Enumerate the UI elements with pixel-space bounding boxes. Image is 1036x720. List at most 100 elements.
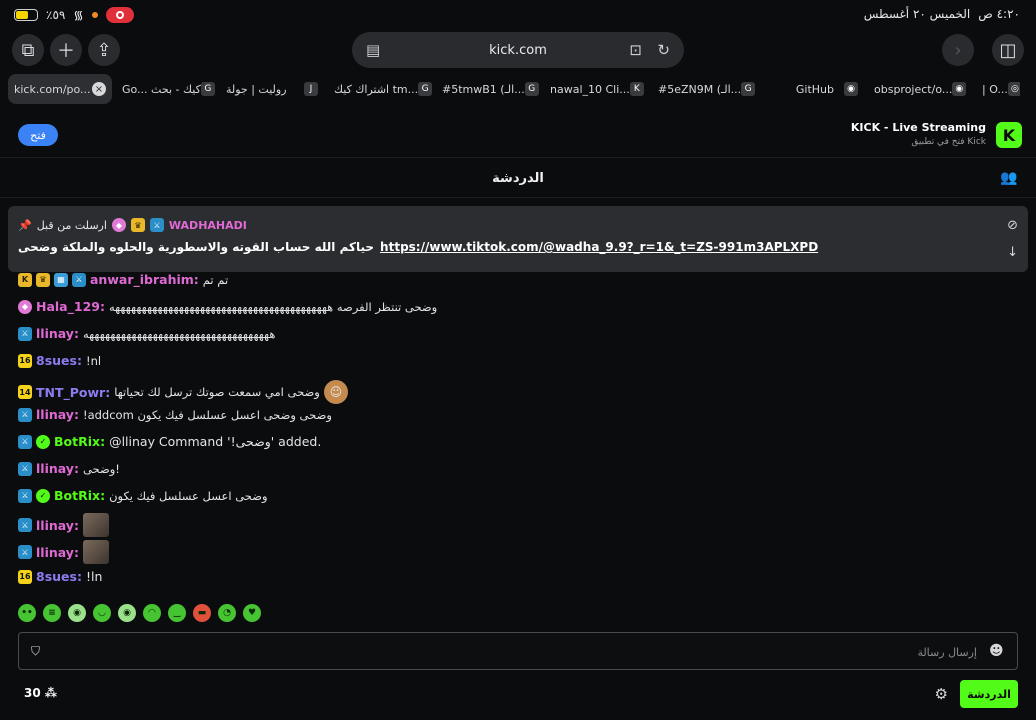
sword-icon: ⚔ (18, 461, 32, 476)
sword-icon: ⚔ (18, 545, 32, 559)
emote-icon[interactable]: ♥ (243, 604, 261, 622)
github-icon: ◉ (952, 82, 967, 96)
tab-roulette[interactable]: روليت | جولة J (220, 74, 324, 104)
message-text: وضحى اعسل عسلسل فيك يكون (109, 488, 268, 503)
chat-message: K ♛ ▦ ⚔ anwar_ibrahim: تم تم (18, 272, 228, 287)
chat-message: ⚔ llinay: وضحى! (18, 461, 120, 476)
sub-badge-icon: 16 (18, 569, 32, 584)
username[interactable]: 8sues: (36, 353, 82, 368)
emote-icon[interactable]: ◉ (118, 604, 136, 622)
expand-icon[interactable]: ↓ (1007, 245, 1018, 260)
reload-icon[interactable]: ↻ (657, 41, 670, 59)
address-bar[interactable]: ▤ kick.com ⊡ ↻ (352, 32, 684, 68)
emote-icon[interactable]: ▬ (193, 604, 211, 622)
shield-icon[interactable]: ⛉ (31, 644, 45, 658)
google-icon: G (741, 82, 756, 96)
sword-icon: ⚔ (18, 326, 32, 341)
og-badge-icon: ▦ (54, 272, 68, 287)
emote-icon[interactable]: ◉ (68, 604, 86, 622)
sword-icon: ⚔ (18, 518, 32, 532)
emote-icon[interactable]: ◔ (218, 604, 236, 622)
chat-footer: 30 ⁂ ⚙ الدردشة (0, 680, 1036, 710)
sword-icon: ⚔ (18, 434, 32, 449)
sidebar-icon[interactable]: ◫ (992, 34, 1024, 66)
username[interactable]: BotRix: (54, 434, 105, 449)
username[interactable]: llinay: (36, 407, 79, 422)
viewer-count-value: 30 (24, 686, 41, 700)
tab-overflow[interactable]: | O... ◎ (976, 74, 1020, 104)
image-emote (82, 540, 109, 564)
emote-icon[interactable]: ◡ (93, 604, 111, 622)
viewer-count: 30 ⁂ (24, 686, 57, 700)
sword-icon: ⚔ (18, 407, 32, 422)
username[interactable]: llinay: (36, 326, 79, 341)
chat-send-button[interactable]: الدردشة (960, 680, 1018, 708)
forward-icon[interactable]: › (942, 34, 974, 66)
share-icon[interactable]: ⇪ (88, 34, 120, 66)
username[interactable]: anwar_ibrahim: (90, 272, 199, 287)
tab-5tmwb1[interactable]: #5tmwB1 (الـ... G (436, 74, 540, 104)
crown-icon: ♛ (130, 218, 145, 232)
google-icon: G (200, 82, 215, 96)
tab-obsproject[interactable]: obsproject/o... ◉ (868, 74, 972, 104)
sword-icon: ⚔ (149, 218, 164, 232)
status-bar: ٪٥٩ ᯾ ٤:٢٠ ص الخميس ٢٠ أغسطس (0, 0, 1036, 28)
username[interactable]: 8sues: (36, 569, 82, 584)
verified-icon: ✓ (36, 488, 50, 503)
tab-kick[interactable]: kick.com/po... × (8, 74, 112, 104)
hide-icon[interactable]: ⊘ (1007, 218, 1018, 233)
tab-5ezn9m[interactable]: #5eZN9M (الـ... G (652, 74, 756, 104)
username[interactable]: Hala_129: (36, 299, 105, 314)
record-icon (105, 6, 134, 23)
crown-icon: ♛ (36, 272, 50, 287)
pinned-message: 📌 ارسلت من قبل ◆ ♛ ⚔ WADHAHADI حياكم الل… (8, 206, 1028, 272)
emote-icon[interactable]: •• (18, 604, 36, 622)
pinned-by-label: ارسلت من قبل (36, 218, 107, 232)
pinned-user[interactable]: WADHAHADI (169, 219, 247, 232)
username[interactable]: llinay: (36, 545, 79, 560)
new-tab-icon[interactable]: ＋ (50, 34, 82, 66)
username[interactable]: BotRix: (54, 488, 105, 503)
pinned-link[interactable]: https://www.tiktok.com/@wadha_9.9?_r=1&_… (380, 240, 818, 254)
message-text: وضحى! (82, 461, 120, 476)
message-text: !addcom وضحى وضحى اعسل عسلسل فيك يكون (82, 407, 332, 422)
extension-icon[interactable]: ⊡ (629, 41, 642, 59)
open-app-button[interactable]: فتح (18, 124, 58, 146)
gear-icon[interactable]: ⚙ (935, 685, 948, 703)
date: الخميس ٢٠ أغسطس (863, 7, 971, 21)
tab-kick-sub[interactable]: اشتراك كيك tm... G (328, 74, 432, 104)
chat-input-box: ⛉ ☻ (18, 632, 1018, 670)
app-banner: فتح KICK - Live Streaming فتح في تطبيق K… (0, 112, 1036, 158)
emote-icon[interactable]: ◠ (143, 604, 161, 622)
tabs-overview-icon[interactable]: ⧉ (12, 34, 44, 66)
username[interactable]: llinay: (36, 461, 79, 476)
site-icon: ◎ (1007, 82, 1020, 96)
username[interactable]: TNT_Powr: (36, 385, 110, 400)
sub-badge-icon: ◆ (18, 299, 32, 314)
chat-header: الدردشة 👥 (0, 160, 1036, 198)
close-tab-icon[interactable]: × (92, 82, 106, 96)
google-icon: G (524, 82, 539, 96)
chat-message: 14 TNT_Powr: وضحى امي سمعت صوتك ترسل لك … (18, 380, 348, 404)
chat-input[interactable] (59, 641, 977, 663)
clock: ٤:٢٠ ص (978, 7, 1020, 21)
pin-icon: 📌 (18, 218, 32, 232)
username[interactable]: llinay: (36, 518, 79, 533)
google-icon: G (418, 82, 432, 96)
message-text: تم تم (202, 272, 229, 287)
tab-github[interactable]: GitHub ◉ (760, 74, 864, 104)
emote-icon[interactable]: ‿ (168, 604, 186, 622)
github-icon: ◉ (844, 82, 858, 96)
tab-google-search[interactable]: Go... كيك - بحث G (116, 74, 216, 104)
tab-nawal[interactable]: nawal_10 Cli... K (544, 74, 648, 104)
emoji-picker-icon[interactable]: ☻ (989, 643, 1005, 659)
chat-message: ⚔ llinay: !addcom وضحى وضحى اعسل عسلسل ف… (18, 407, 332, 422)
chat-message: ⚔ ✓ BotRix: @llinay Command '!وضحى' adde… (18, 434, 321, 449)
chat-message: 16 8sues: !ln (18, 569, 102, 584)
reader-icon[interactable]: ▤ (366, 41, 380, 59)
emote-icon[interactable]: ≡ (43, 604, 61, 622)
browser-toolbar: ⧉ ＋ ⇪ ▤ kick.com ⊡ ↻ › ◫ (0, 28, 1036, 70)
chat-message: ⚔ llinay: (18, 540, 109, 564)
users-icon[interactable]: 👥 (1000, 170, 1018, 188)
message-text: !nl (85, 353, 102, 368)
